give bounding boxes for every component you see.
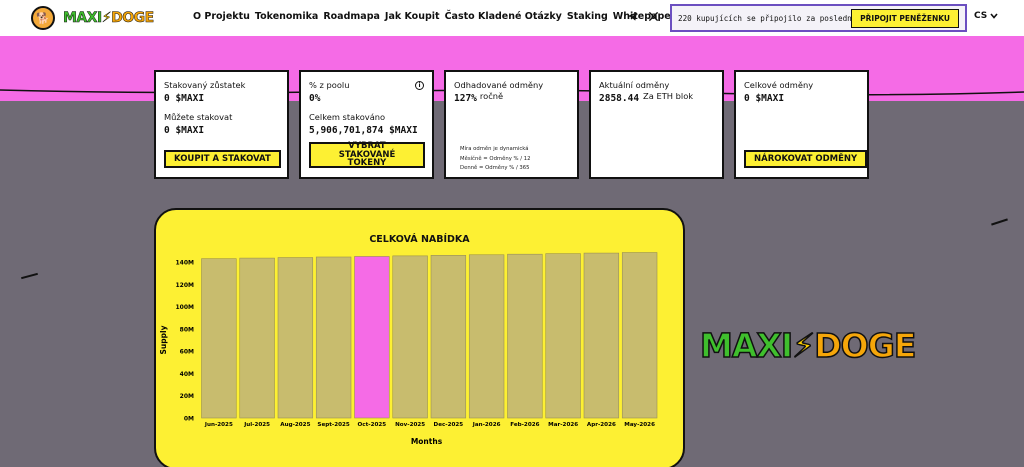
y-tick-label: 0M: [184, 416, 194, 423]
x-icon[interactable]: [648, 11, 659, 25]
connect-wallet-button[interactable]: PŘIPOJIT PENĚŽENKU: [851, 9, 959, 28]
estimated-rewards-row: 127% ročně: [454, 90, 569, 104]
bar-mar-2026: [545, 253, 581, 419]
x-tick-label: Sept-2025: [317, 422, 349, 428]
chevron-down-icon: [990, 13, 998, 19]
staked-balance-value: 0 $MAXI: [164, 93, 205, 104]
logo-part2: DOGE: [111, 10, 155, 27]
nav-item-roadmap[interactable]: Roadmapa: [323, 11, 380, 22]
x-axis-label: Months: [411, 437, 443, 446]
logo-part1: MAXI: [63, 10, 103, 27]
buyers-notice-bar: 220 kupujících se připojilo za posledníc…: [670, 4, 967, 32]
language-code: CS: [974, 11, 988, 21]
language-selector[interactable]: CS: [974, 11, 998, 21]
bar-dec-2025: [430, 255, 467, 419]
nav-item-staking[interactable]: Staking: [567, 11, 608, 22]
bar-jan-2026: [468, 254, 505, 419]
claim-rewards-button[interactable]: NÁROKOVAT ODMĚNY: [744, 150, 868, 168]
telegram-icon[interactable]: [627, 11, 638, 25]
nav-item-tokenomics[interactable]: Tokenomika: [255, 11, 318, 22]
x-tick-label: Nov-2025: [395, 422, 425, 428]
y-tick-label: 20M: [180, 393, 194, 400]
y-tick-label: 120M: [176, 282, 195, 289]
rewards-note-1: Míra odměn je dynamická: [460, 146, 529, 152]
buy-and-stake-button[interactable]: KOUPIT A STAKOVAT: [164, 150, 281, 168]
estimated-rewards-card: Odhadované odměny 127% ročně Míra odměn …: [444, 70, 579, 179]
y-tick-label: 100M: [176, 304, 195, 311]
x-tick-label: Jan-2026: [472, 422, 501, 428]
x-tick-label: Jun-2025: [204, 422, 233, 428]
current-rewards-card: Aktuální odměny 2858.44 Za ETH blok: [589, 70, 724, 179]
decor-dash-right: [991, 218, 1008, 226]
total-supply-chart: 0M 20M 40M 60M 80M 100M 120M 140M Supply Jun-2025…: [159, 252, 658, 446]
pool-share-label: % z poolu: [309, 80, 350, 90]
rewards-formula: Míra odměn je dynamická Měsíčně = Odměny…: [460, 145, 530, 174]
bar-apr-2026: [583, 252, 620, 419]
total-staked-label: Celkem stakováno: [309, 112, 386, 122]
decor-dash-left: [21, 272, 38, 280]
x-tick-label: Dec-2025: [434, 422, 464, 428]
bar-aug-2025: [277, 257, 314, 419]
withdraw-staked-button[interactable]: VYBRAT STAKOVANÉ TOKENY: [309, 141, 425, 168]
social-links: [627, 11, 659, 25]
logo-bolt: ⚡: [101, 10, 112, 27]
estimated-rewards-value: 127%: [454, 93, 477, 104]
x-tick-label: Feb-2026: [510, 422, 539, 428]
y-tick-label: 80M: [180, 326, 194, 333]
bar-sept-2025: [315, 256, 352, 419]
nav-item-faq[interactable]: Často Kladené Otázky: [445, 11, 562, 22]
logo-wordmark: MAXI⚡DOGE: [63, 10, 155, 27]
x-tick-label: Oct-2025: [358, 422, 387, 428]
y-tick-label: 140M: [176, 260, 195, 267]
brand-logo[interactable]: 🐕 MAXI⚡DOGE: [31, 6, 154, 30]
x-tick-label: Jul-2025: [243, 422, 270, 428]
big-logo-part1: MAXI: [699, 325, 794, 366]
big-brand-logo: MAXI⚡DOGE: [699, 325, 918, 366]
total-staked-value: 5,906,701,874 $MAXI: [309, 125, 418, 136]
rewards-note-3: Denně = Odměny % / 365: [460, 165, 530, 172]
pool-share-value: 0%: [309, 93, 321, 104]
bar-nov-2025: [392, 255, 428, 419]
total-rewards-value: 0 $MAXI: [744, 93, 785, 104]
total-supply-chart-panel: CELKOVÁ NABÍDKA 0M 20M 40M 60M 80M 100M 120M 14…: [154, 208, 685, 467]
total-rewards-card: Celkové odměny 0 $MAXI NÁROKOVAT ODMĚNY: [734, 70, 869, 179]
top-header: 🐕 MAXI⚡DOGE O Projektu Tokenomika Roadma…: [0, 0, 1024, 36]
bar-jun-2025: [201, 258, 237, 419]
stakeable-value: 0 $MAXI: [164, 125, 205, 136]
doge-avatar-icon: 🐕: [31, 6, 55, 30]
nav-item-about[interactable]: O Projektu: [193, 11, 250, 22]
bar-may-2026: [621, 252, 658, 419]
staked-balance-label: Stakovaný zůstatek: [164, 80, 246, 90]
total-rewards-label: Celkové odměny: [744, 80, 814, 90]
info-icon[interactable]: i: [415, 81, 424, 90]
big-logo-part2: DOGE: [814, 325, 918, 366]
current-rewards-label: Aktuální odměny: [599, 80, 670, 90]
current-rewards-row: 2858.44 Za ETH blok: [599, 90, 714, 104]
y-tick-label: 40M: [180, 371, 194, 378]
estimated-rewards-label: Odhadované odměny: [454, 80, 544, 90]
estimated-rewards-suffix: ročně: [479, 91, 504, 101]
bar-jul-2025: [239, 257, 275, 419]
y-tick-label: 60M: [180, 349, 194, 356]
x-tick-label: Mar-2026: [548, 422, 578, 428]
y-axis-label: Supply: [159, 325, 168, 354]
current-rewards-suffix: Za ETH blok: [643, 91, 694, 101]
x-tick-label: Apr-2026: [587, 422, 616, 428]
bar-feb-2026: [507, 253, 543, 419]
pool-share-card: i % z poolu 0% Celkem stakováno 5,906,70…: [299, 70, 434, 179]
stakeable-label: Můžete stakovat: [164, 112, 233, 122]
big-logo-bolt: ⚡: [791, 325, 816, 366]
bar-oct-2025: [354, 256, 390, 419]
current-rewards-value: 2858.44: [599, 93, 640, 104]
x-tick-label: Aug-2025: [280, 422, 310, 428]
nav-item-how-to-buy[interactable]: Jak Koupit: [385, 11, 440, 22]
x-tick-label: May-2026: [624, 422, 655, 428]
main-nav: O Projektu Tokenomika Roadmapa Jak Koupi…: [193, 11, 675, 22]
rewards-note-2: Měsíčně = Odměny % / 12: [460, 155, 531, 162]
staked-balance-card: Stakovaný zůstatek 0 $MAXI Můžete stakov…: [154, 70, 289, 179]
